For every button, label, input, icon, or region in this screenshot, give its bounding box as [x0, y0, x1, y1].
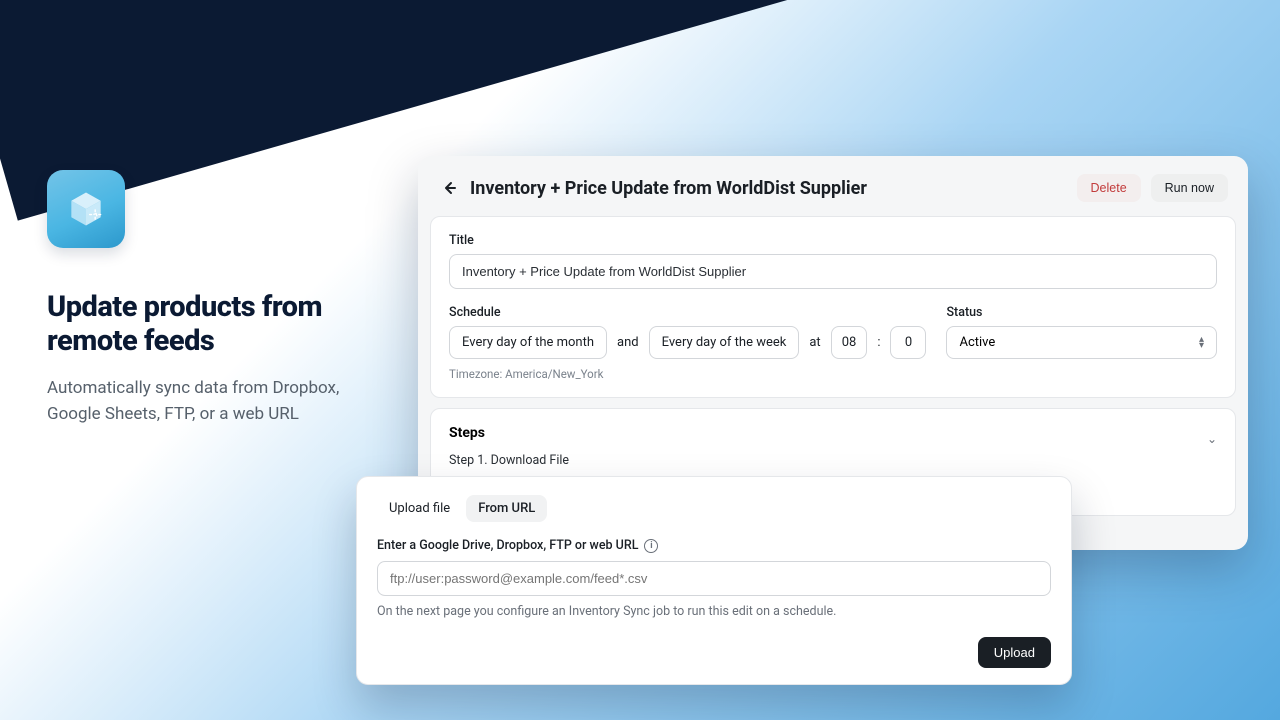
upload-button[interactable]: Upload [978, 637, 1051, 668]
title-label: Title [449, 233, 1217, 248]
back-button[interactable] [438, 177, 460, 199]
status-label: Status [946, 305, 1217, 320]
url-helper-text: On the next page you configure an Invent… [377, 604, 1051, 619]
timezone-text: Timezone: America/New_York [449, 367, 926, 381]
tab-upload-file[interactable]: Upload file [377, 495, 462, 522]
schedule-colon: : [877, 335, 880, 350]
arrow-left-icon [441, 180, 457, 196]
status-select[interactable]: Active ▴▾ [946, 326, 1217, 359]
tab-from-url[interactable]: From URL [466, 495, 547, 522]
url-field-label: Enter a Google Drive, Dropbox, FTP or we… [377, 538, 638, 553]
info-icon[interactable]: i [644, 539, 658, 553]
delete-button[interactable]: Delete [1077, 174, 1141, 202]
schedule-minute-input[interactable]: 0 [890, 326, 926, 359]
promo-headline: Update products from remote feeds [47, 290, 387, 358]
schedule-day-of-month-select[interactable]: Every day of the month [449, 326, 607, 359]
schedule-and-text: and [617, 335, 639, 350]
schedule-day-of-week-select[interactable]: Every day of the week [649, 326, 800, 359]
schedule-hour-input[interactable]: 08 [831, 326, 868, 359]
upload-source-card: Upload file From URL Enter a Google Driv… [356, 476, 1072, 685]
schedule-label: Schedule [449, 305, 926, 320]
steps-heading: Steps [449, 425, 485, 441]
promo-subtext: Automatically sync data from Dropbox, Go… [47, 376, 387, 427]
chevron-down-icon[interactable]: ⌄ [1207, 432, 1217, 446]
sort-caret-icon: ▴▾ [1199, 337, 1204, 349]
status-value: Active [959, 335, 995, 350]
run-now-button[interactable]: Run now [1151, 174, 1228, 202]
page-title: Inventory + Price Update from WorldDist … [470, 178, 1077, 199]
cube-icon [64, 187, 108, 231]
schedule-at-text: at [809, 335, 820, 350]
url-input[interactable] [377, 561, 1051, 596]
settings-panel: Title Schedule Every day of the month an… [430, 216, 1236, 398]
promo-column: Update products from remote feeds Automa… [47, 170, 387, 427]
app-icon [47, 170, 125, 248]
step-1: Step 1. Download File [449, 453, 1217, 468]
title-input[interactable] [449, 254, 1217, 289]
